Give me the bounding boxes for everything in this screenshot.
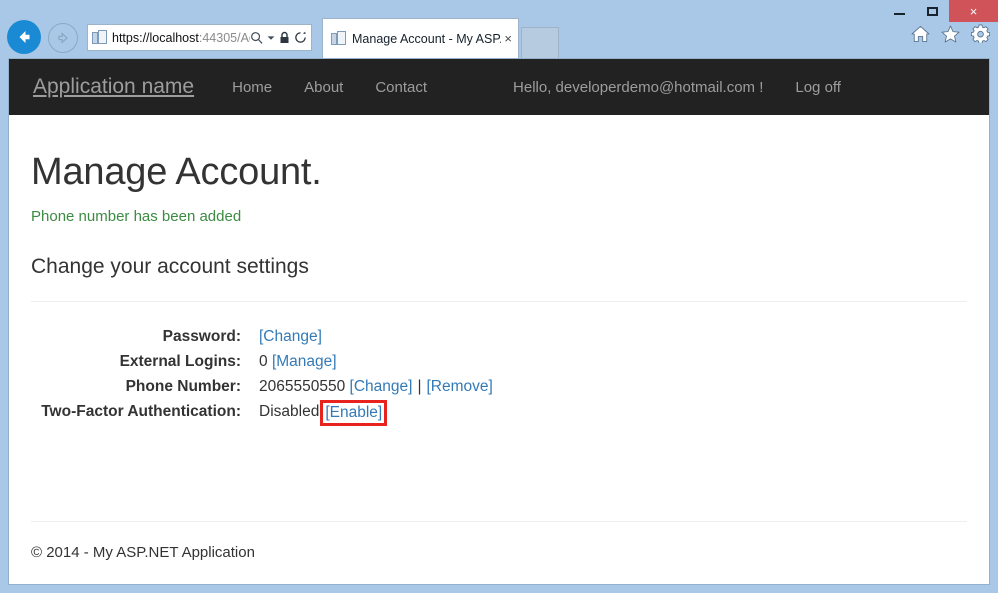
browser-toolbar: https://localhost:44305/Acc	[0, 18, 998, 58]
change-phone-link[interactable]: [Change]	[350, 378, 413, 395]
home-icon[interactable]	[911, 25, 930, 48]
close-icon: ×	[970, 5, 978, 18]
site-navbar: Application name Home About Contact Hell…	[9, 59, 989, 115]
setting-value-external-logins: 0 [Manage]	[259, 349, 967, 374]
browser-window: × https://localhost:44305/Acc	[0, 0, 998, 593]
address-bar-url: https://localhost:44305/Acc	[112, 31, 250, 45]
phone-number-value: 2065550550	[259, 378, 345, 395]
nav-link-about[interactable]: About	[288, 79, 359, 96]
back-button[interactable]	[7, 20, 41, 54]
page-favicon-icon	[92, 30, 107, 46]
refresh-icon[interactable]	[294, 31, 307, 44]
maximize-icon	[927, 7, 938, 16]
address-bar[interactable]: https://localhost:44305/Acc	[87, 24, 312, 51]
page-content: Manage Account. Phone number has been ad…	[9, 115, 989, 561]
address-bar-icons	[250, 31, 307, 44]
minimize-icon	[894, 13, 905, 15]
lock-icon[interactable]	[279, 31, 290, 44]
page-viewport: Application name Home About Contact Hell…	[8, 58, 990, 585]
setting-label-phone-number: Phone Number:	[31, 374, 241, 399]
back-arrow-icon	[14, 27, 34, 47]
nav-link-home[interactable]: Home	[216, 79, 288, 96]
success-message: Phone number has been added	[31, 208, 967, 225]
action-separator: |	[412, 378, 426, 395]
section-title: Change your account settings	[31, 255, 967, 279]
enable-two-factor-link[interactable]: [Enable]	[325, 404, 382, 421]
setting-value-two-factor: Disabled [Enable]	[259, 399, 967, 425]
setting-value-password: [Change]	[259, 324, 967, 349]
setting-value-phone-number: 2065550550 [Change]|[Remove]	[259, 374, 967, 399]
enable-two-factor-highlight: [Enable]	[320, 400, 387, 426]
settings-gear-icon[interactable]	[971, 24, 990, 48]
tab-favicon-icon	[331, 31, 346, 47]
browser-command-bar	[911, 24, 990, 48]
remove-phone-link[interactable]: [Remove]	[426, 378, 492, 395]
two-factor-status: Disabled	[259, 403, 319, 420]
change-password-link[interactable]: [Change]	[259, 328, 322, 345]
tab-title: Manage Account - My ASP....	[352, 32, 501, 46]
setting-label-external-logins: External Logins:	[31, 349, 241, 374]
forward-arrow-icon	[54, 29, 72, 47]
url-host: https://localhost	[112, 31, 199, 45]
page-footer: © 2014 - My ASP.NET Application	[31, 544, 967, 561]
log-off-link[interactable]: Log off	[779, 79, 857, 96]
favorites-star-icon[interactable]	[941, 25, 960, 48]
navbar-brand[interactable]: Application name	[33, 75, 194, 99]
manage-external-logins-link[interactable]: [Manage]	[272, 353, 337, 370]
content-divider-bottom	[31, 521, 967, 522]
url-path: :44305/Acc	[199, 31, 250, 45]
account-settings-list: Password: [Change] External Logins: 0 [M…	[31, 324, 967, 425]
page-title: Manage Account.	[31, 151, 967, 194]
setting-label-password: Password:	[31, 324, 241, 349]
chevron-down-icon[interactable]	[267, 34, 275, 42]
user-greeting-link[interactable]: Hello, developerdemo@hotmail.com !	[497, 79, 779, 96]
setting-label-two-factor: Two-Factor Authentication:	[31, 399, 241, 425]
navbar-user-links: Hello, developerdemo@hotmail.com ! Log o…	[497, 79, 857, 96]
navbar-primary-links: Home About Contact	[216, 79, 443, 96]
nav-link-contact[interactable]: Contact	[359, 79, 443, 96]
search-icon[interactable]	[250, 31, 263, 44]
new-tab-button[interactable]	[521, 27, 559, 58]
tab-close-icon[interactable]: ×	[501, 31, 512, 46]
forward-button[interactable]	[48, 23, 78, 53]
content-divider-top	[31, 301, 967, 302]
browser-tab[interactable]: Manage Account - My ASP.... ×	[322, 18, 519, 58]
external-logins-count: 0	[259, 353, 268, 370]
